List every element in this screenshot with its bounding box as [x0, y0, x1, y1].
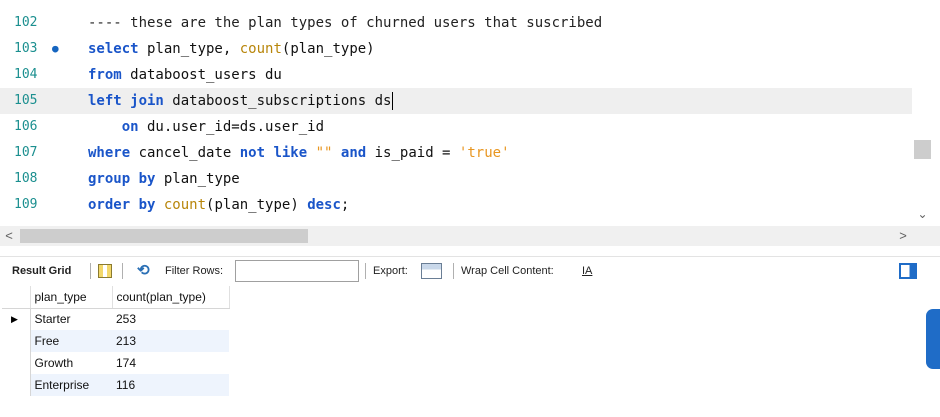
result-toolbar: Result Grid ⟲ Filter Rows: Export: Wrap … [0, 256, 940, 284]
line-number: 108 [14, 171, 38, 186]
line-number: 103 [14, 41, 38, 56]
code-line[interactable]: 105 left join databoost_subscriptions ds [0, 88, 912, 114]
code-line[interactable]: 106 on du.user_id=ds.user_id [0, 114, 912, 140]
code-line[interactable]: 109 order by count(plan_type) desc; [0, 192, 912, 218]
result-grid-tab[interactable]: Result Grid [12, 257, 71, 285]
toolbar-separator [365, 263, 366, 279]
scroll-right-icon[interactable]: > [896, 226, 910, 246]
cell-count[interactable]: 174 [112, 352, 229, 374]
sql-identifier: ; [340, 197, 350, 213]
sql-keyword: not like [239, 145, 308, 161]
export-icon[interactable] [421, 263, 442, 279]
wrap-cell-content-label: Wrap Cell Content: [461, 265, 554, 277]
grid-layout-icon[interactable] [98, 264, 112, 278]
sql-function: count [239, 41, 282, 57]
code-text[interactable]: group by plan_type [88, 166, 240, 192]
cell-count[interactable]: 213 [112, 330, 229, 352]
scroll-left-icon[interactable]: < [2, 226, 16, 246]
sql-keyword: group by [88, 171, 156, 187]
code-text[interactable]: on du.user_id=ds.user_id [88, 114, 324, 140]
text-caret [392, 92, 394, 110]
line-number: 105 [14, 93, 38, 108]
table-row[interactable]: ▶ Starter 253 [2, 308, 229, 330]
statement-marker-icon: ● [52, 42, 59, 55]
line-number: 109 [14, 197, 38, 212]
cell-count[interactable]: 116 [112, 374, 229, 396]
sql-identifier [155, 197, 163, 213]
filter-rows-label: Filter Rows: [165, 265, 224, 277]
line-number: 106 [14, 119, 38, 134]
sql-identifier: plan_type [155, 171, 240, 187]
wrap-cell-content-icon[interactable]: IA [582, 257, 592, 285]
sql-keyword: where [88, 145, 131, 161]
refresh-icon[interactable]: ⟲ [137, 257, 150, 285]
toolbar-separator [90, 263, 91, 279]
sql-keyword: select [88, 41, 139, 57]
row-header[interactable] [2, 352, 31, 374]
column-header-plan-type[interactable]: plan_type [30, 286, 113, 309]
selected-row-marker-icon[interactable]: ▶ [2, 308, 31, 330]
sql-keyword: left join [88, 93, 164, 109]
sql-identifier: databoost_users du [121, 67, 282, 83]
scroll-down-icon[interactable]: ⌄ [914, 204, 931, 224]
code-text[interactable]: where cancel_date not like "" and is_pai… [88, 140, 510, 166]
code-text[interactable]: left join databoost_subscriptions ds [88, 88, 394, 114]
toolbar-separator [453, 263, 454, 279]
table-row[interactable]: Free 213 [2, 330, 229, 352]
sql-comment: ---- these are the plan types of churned… [88, 15, 603, 31]
code-line[interactable]: 103 ● select plan_type, count(plan_type) [0, 36, 912, 62]
code-text[interactable]: order by count(plan_type) desc; [88, 192, 349, 218]
line-number: 107 [14, 145, 38, 160]
sql-string: "" [315, 145, 333, 161]
vertical-scroll-thumb[interactable] [914, 140, 931, 159]
row-header-corner [2, 286, 31, 309]
sql-string: 'true' [458, 145, 510, 161]
code-line[interactable]: 107 where cancel_date not like "" and is_… [0, 140, 912, 166]
table-row[interactable]: Growth 174 [2, 352, 229, 374]
sql-keyword: order by [88, 197, 156, 213]
cell-plan-type[interactable]: Growth [30, 352, 112, 374]
sql-identifier: is_paid = [366, 145, 459, 161]
sql-identifier: (plan_type) [281, 41, 375, 57]
line-number: 104 [14, 67, 38, 82]
cell-plan-type[interactable]: Starter [30, 308, 112, 330]
cell-plan-type[interactable]: Free [30, 330, 112, 352]
column-header-count[interactable]: count(plan_type) [112, 286, 230, 309]
sql-identifier [307, 145, 315, 161]
side-panel-toggle-icon[interactable] [899, 263, 917, 279]
sql-editor[interactable]: 102 ---- these are the plan types of chur… [0, 0, 940, 226]
sql-identifier: databoost_subscriptions ds [163, 93, 392, 109]
sql-function: count [163, 197, 207, 213]
editor-vertical-scrollbar[interactable] [912, 0, 940, 226]
line-number: 102 [14, 15, 38, 30]
code-line[interactable]: 108 group by plan_type [0, 166, 912, 192]
export-label: Export: [373, 265, 408, 277]
table-row[interactable]: Enterprise 116 [2, 374, 229, 396]
sql-keyword: and [340, 145, 367, 161]
side-panel-marker[interactable] [926, 309, 940, 369]
code-text[interactable]: ---- these are the plan types of churned… [88, 10, 602, 36]
result-grid: plan_type count(plan_type) ▶ Starter 253… [2, 286, 230, 396]
sql-keyword: on [121, 119, 139, 135]
editor-horizontal-scrollbar[interactable]: < > [0, 226, 940, 246]
sql-identifier [332, 145, 340, 161]
sql-identifier: du.user_id=ds.user_id [138, 119, 325, 135]
code-text[interactable]: from databoost_users du [88, 62, 282, 88]
row-header[interactable] [2, 330, 31, 352]
code-line[interactable]: 104 from databoost_users du [0, 62, 912, 88]
toolbar-separator [122, 263, 123, 279]
sql-keyword: desc [307, 197, 341, 213]
sql-identifier: cancel_date [130, 145, 240, 161]
horizontal-scroll-thumb[interactable] [20, 229, 308, 243]
cell-plan-type[interactable]: Enterprise [30, 374, 112, 396]
sql-identifier: plan_type, [138, 41, 240, 57]
sql-identifier: (plan_type) [206, 197, 308, 213]
code-line[interactable]: 102 ---- these are the plan types of chur… [0, 10, 912, 36]
filter-rows-input[interactable] [235, 260, 359, 282]
cell-count[interactable]: 253 [112, 308, 229, 330]
grid-header-row: plan_type count(plan_type) [2, 286, 230, 309]
sql-keyword: from [88, 67, 122, 83]
code-text[interactable]: select plan_type, count(plan_type) [88, 36, 375, 62]
row-header[interactable] [2, 374, 31, 396]
